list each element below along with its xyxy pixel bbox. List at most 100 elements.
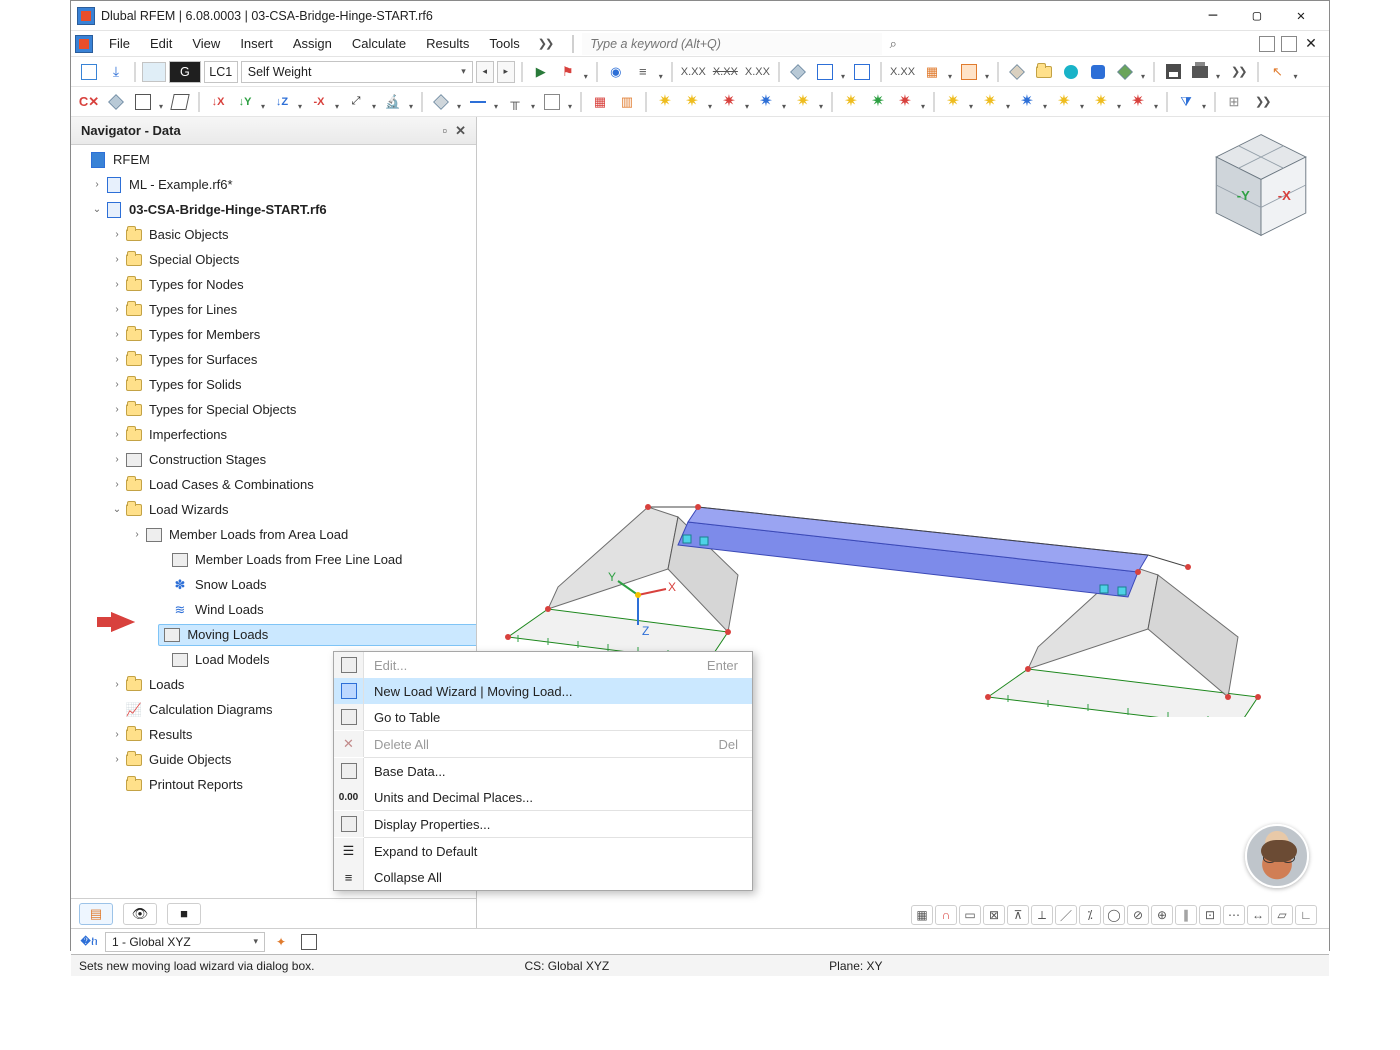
tree-special-objects[interactable]: ›Special Objects	[71, 247, 476, 272]
library-button[interactable]	[1005, 60, 1029, 84]
render-cube[interactable]	[786, 60, 810, 84]
star-3[interactable]: ✷	[717, 90, 741, 114]
cm-new-moving-load[interactable]: New Load Wizard | Moving Load...	[334, 678, 752, 704]
star-12[interactable]: ✷	[1052, 90, 1076, 114]
toolbar1-overflow[interactable]: ❯❯	[1225, 65, 1251, 78]
cm-display-properties[interactable]: Display Properties...	[334, 811, 752, 837]
snap-par[interactable]: ∥	[1175, 905, 1197, 925]
snap-circ[interactable]: ◯	[1103, 905, 1125, 925]
cm-base-data[interactable]: Base Data...	[334, 758, 752, 784]
menu-file[interactable]: File	[99, 31, 140, 57]
tree-load-cases[interactable]: ›Load Cases & Combinations	[71, 472, 476, 497]
tree-imperfections[interactable]: ›Imperfections	[71, 422, 476, 447]
cm-edit[interactable]: Edit... Enter	[334, 652, 752, 678]
color-swatch[interactable]	[142, 62, 166, 82]
axis-y[interactable]: ↓Y	[233, 90, 257, 114]
menubar-overflow[interactable]: ❯❯	[530, 37, 560, 50]
tree-load-wizards[interactable]: ⌄Load Wizards	[71, 497, 476, 522]
assistant-avatar[interactable]	[1245, 824, 1309, 888]
snap-rect[interactable]: ▭	[959, 905, 981, 925]
cm-go-to-table[interactable]: Go to Table	[334, 704, 752, 730]
mesh-orange[interactable]: ▥	[615, 90, 639, 114]
menu-view[interactable]: View	[182, 31, 230, 57]
globe-tool[interactable]: ◉	[604, 60, 628, 84]
toolbar2-overflow[interactable]: ❯❯	[1249, 95, 1275, 108]
star-2[interactable]: ✷	[680, 90, 704, 114]
menu-results[interactable]: Results	[416, 31, 479, 57]
star-9[interactable]: ✷	[941, 90, 965, 114]
iso-view[interactable]	[104, 90, 128, 114]
mdi-restore-icon[interactable]	[1259, 36, 1275, 52]
cm-delete-all[interactable]: ✕ Delete All Del	[334, 731, 752, 757]
nav-tab-display[interactable]: 👁	[123, 903, 157, 925]
tree-types-surfaces[interactable]: ›Types for Surfaces	[71, 347, 476, 372]
cs-selector[interactable]: 1 - Global XYZ	[105, 932, 265, 952]
axis-z[interactable]: ↓Z	[270, 90, 294, 114]
star-6[interactable]: ✷	[839, 90, 863, 114]
tree-root[interactable]: ▸ RFEM	[71, 147, 476, 172]
pointer-mode[interactable]: ↖	[1265, 60, 1289, 84]
layers-tool[interactable]: ▦	[920, 60, 944, 84]
search-icon[interactable]: ⌕	[882, 33, 904, 55]
maximize-button[interactable]: ▢	[1235, 1, 1279, 31]
web-button[interactable]	[1059, 60, 1083, 84]
tree-construction-stages[interactable]: ›Construction Stages	[71, 447, 476, 472]
frame-render[interactable]	[540, 90, 564, 114]
grid-toggle[interactable]: ⊞	[1222, 90, 1246, 114]
star-1[interactable]: ✷	[653, 90, 677, 114]
open-folder[interactable]	[1032, 60, 1056, 84]
cm-expand-default[interactable]: ☰ Expand to Default	[334, 838, 752, 864]
sections-tool[interactable]	[957, 60, 981, 84]
snap-mid[interactable]: ⟂	[1031, 905, 1053, 925]
snap-int[interactable]: ⁒	[1079, 905, 1101, 925]
member-render[interactable]: ╥	[503, 90, 527, 114]
tree-wizard-snow[interactable]: ›✽Snow Loads	[71, 572, 476, 597]
snap-plane[interactable]: ▱	[1271, 905, 1293, 925]
mdi-close-icon[interactable]: ✕	[1303, 36, 1319, 52]
navigator-dock-icon[interactable]: ▫	[442, 123, 447, 139]
snap-grid[interactable]: ▦	[911, 905, 933, 925]
snap-ext[interactable]: ⋯	[1223, 905, 1245, 925]
search-input[interactable]	[582, 33, 882, 55]
menu-insert[interactable]: Insert	[230, 31, 283, 57]
filter-tool[interactable]: ≡	[631, 60, 655, 84]
snap-edge[interactable]: ／	[1055, 905, 1077, 925]
axis-combo[interactable]: ⤢	[344, 90, 368, 114]
tree-file-0[interactable]: › ML - Example.rf6*	[71, 172, 476, 197]
menu-assign[interactable]: Assign	[283, 31, 342, 57]
star-10[interactable]: ✷	[978, 90, 1002, 114]
mdi-max-icon[interactable]	[1281, 36, 1297, 52]
cm-collapse-all[interactable]: ≡ Collapse All	[334, 864, 752, 890]
star-14[interactable]: ✷	[1126, 90, 1150, 114]
cloud-button[interactable]	[1086, 60, 1110, 84]
nav-tab-video[interactable]: ■	[167, 903, 201, 925]
tree-basic-objects[interactable]: ›Basic Objects	[71, 222, 476, 247]
snap-end[interactable]: ⊼	[1007, 905, 1029, 925]
snap-tan[interactable]: ⊘	[1127, 905, 1149, 925]
load-case-code[interactable]: LC1	[204, 61, 238, 83]
plate-render[interactable]	[466, 90, 490, 114]
prev-load-case[interactable]: ◂	[476, 61, 494, 83]
cs-new[interactable]	[297, 930, 321, 954]
snap-tool[interactable]	[850, 60, 874, 84]
play-button[interactable]: ▶	[529, 60, 553, 84]
persp-view[interactable]	[168, 90, 192, 114]
star-11[interactable]: ✷	[1015, 90, 1039, 114]
snap-center[interactable]: ⊕	[1151, 905, 1173, 925]
star-8[interactable]: ✷	[893, 90, 917, 114]
load-case-selector[interactable]: Self Weight	[241, 61, 473, 83]
flag-tool[interactable]: ⚑	[556, 60, 580, 84]
navigator-close-icon[interactable]: ✕	[455, 123, 466, 139]
view-cube[interactable]: -Y -X	[1205, 129, 1317, 241]
menu-tools[interactable]: Tools	[479, 31, 529, 57]
tree-types-lines[interactable]: ›Types for Lines	[71, 297, 476, 322]
star-13[interactable]: ✷	[1089, 90, 1113, 114]
menu-calculate[interactable]: Calculate	[342, 31, 416, 57]
materials-button[interactable]	[1113, 60, 1137, 84]
tree-types-special[interactable]: ›Types for Special Objects	[71, 397, 476, 422]
star-5[interactable]: ✷	[791, 90, 815, 114]
surface-render[interactable]	[429, 90, 453, 114]
app-menu-icon[interactable]	[75, 35, 93, 53]
microscope-tool[interactable]: 🔬	[381, 90, 405, 114]
star-7[interactable]: ✷	[866, 90, 890, 114]
